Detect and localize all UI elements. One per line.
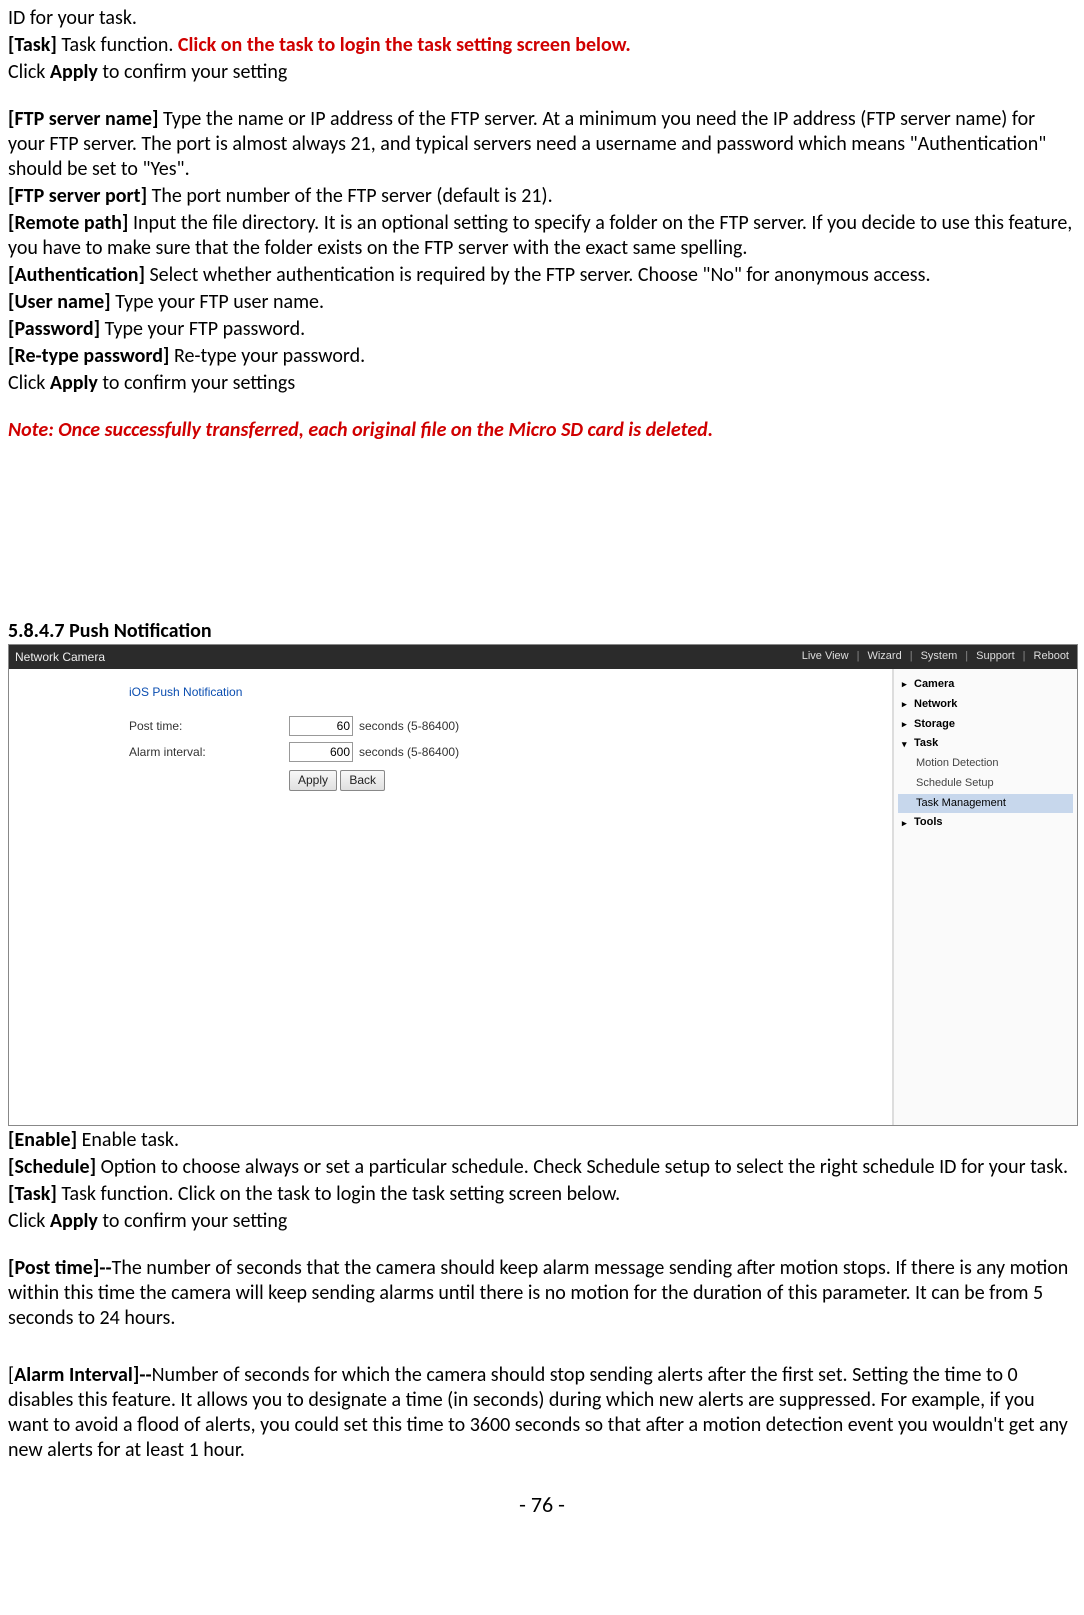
ftp-port-text: The port number of the FTP server (defau…	[147, 184, 553, 208]
back-button[interactable]: Back	[340, 770, 385, 791]
task-text: Task function.	[57, 33, 178, 57]
row-post-time: Post time: seconds (5-86400)	[129, 716, 872, 736]
ftp-port-label: [FTP server port]	[8, 184, 147, 208]
line-authentication: [Authentication] Select whether authenti…	[8, 263, 1076, 288]
line-post-time-desc: [Post time]--The number of seconds that …	[8, 1256, 1076, 1331]
note-deleted: Note: Once successfully transferred, eac…	[8, 418, 1076, 443]
sidebar-sub-motion-detection[interactable]: Motion Detection	[898, 754, 1073, 774]
page-number: - 76 -	[8, 1491, 1076, 1519]
line-task-bottom: [Task] Task function. Click on the task …	[8, 1182, 1076, 1207]
nav-live-view[interactable]: Live View	[800, 650, 851, 664]
chevron-down-icon: ▾	[902, 739, 910, 750]
schedule-text: Option to choose always or set a particu…	[96, 1155, 1068, 1179]
line-password: [Password] Type your FTP password.	[8, 317, 1076, 342]
screenshot-header: Network Camera Live View| Wizard| System…	[9, 645, 1077, 669]
line-apply-bottom: Click Apply to confirm your setting	[8, 1209, 1076, 1234]
nav-reboot[interactable]: Reboot	[1032, 650, 1071, 664]
apply2-pre: Click	[8, 371, 50, 395]
sidebar-sub-task-management[interactable]: Task Management	[898, 794, 1073, 814]
line-username: [User name] Type your FTP user name.	[8, 290, 1076, 315]
screenshot-nav: Live View| Wizard| System| Support| Rebo…	[800, 650, 1071, 664]
apply2-post: to confirm your settings	[98, 371, 295, 395]
task-label-bottom: [Task]	[8, 1182, 57, 1206]
auth-text: Select whether authentication is require…	[145, 263, 931, 287]
apply-pre-bottom: Click	[8, 1209, 50, 1233]
chevron-right-icon: ▸	[902, 699, 910, 710]
apply-button[interactable]: Apply	[289, 770, 337, 791]
line-alarm-interval-desc: [Alarm Interval]--Number of seconds for …	[8, 1363, 1076, 1463]
apply-post: to confirm your setting	[98, 60, 287, 84]
screenshot-push-notification: Network Camera Live View| Wizard| System…	[8, 644, 1078, 1126]
chevron-right-icon: ▸	[902, 719, 910, 730]
hint-alarm-interval: seconds (5-86400)	[359, 745, 459, 760]
nav-system[interactable]: System	[919, 650, 960, 664]
nav-wizard[interactable]: Wizard	[865, 650, 903, 664]
apply-word-bottom: Apply	[50, 1209, 98, 1233]
line-ftp-server-name: [FTP server name] Type the name or IP ad…	[8, 107, 1076, 182]
label-alarm-interval: Alarm interval:	[129, 745, 289, 760]
line-apply-1: Click Apply to confirm your setting	[8, 60, 1076, 85]
sidebar-item-camera[interactable]: ▸ Camera	[898, 675, 1073, 695]
line-apply-2: Click Apply to confirm your settings	[8, 371, 1076, 396]
repwd-label: [Re-type password]	[8, 344, 169, 368]
post-time-text: The number of seconds that the camera sh…	[8, 1256, 1068, 1330]
screenshot-title: Network Camera	[15, 650, 105, 665]
apply-word: Apply	[50, 60, 98, 84]
task-label: [Task]	[8, 33, 57, 57]
section-title-push-notification: 5.8.4.7 Push Notification	[8, 619, 1076, 644]
user-text: Type your FTP user name.	[111, 290, 324, 314]
line-retype-password: [Re-type password] Re-type your password…	[8, 344, 1076, 369]
sidebar-label-storage: Storage	[914, 718, 955, 732]
enable-text: Enable task.	[77, 1128, 179, 1152]
sidebar-label-task: Task	[914, 737, 938, 751]
post-time-label: [Post time]--	[8, 1256, 112, 1280]
input-post-time[interactable]	[289, 716, 353, 736]
nav-support[interactable]: Support	[974, 650, 1017, 664]
user-label: [User name]	[8, 290, 111, 314]
line-task: [Task] Task function. Click on the task …	[8, 33, 1076, 58]
row-alarm-interval: Alarm interval: seconds (5-86400)	[129, 742, 872, 762]
sidebar-item-tools[interactable]: ▸ Tools	[898, 813, 1073, 833]
panel-title: iOS Push Notification	[129, 685, 872, 700]
auth-label: [Authentication]	[8, 263, 145, 287]
label-post-time: Post time:	[129, 719, 289, 734]
pwd-text: Type your FTP password.	[100, 317, 305, 341]
remote-text: Input the file directory. It is an optio…	[8, 211, 1072, 260]
sidebar-item-task[interactable]: ▾ Task	[898, 734, 1073, 754]
sidebar-item-network[interactable]: ▸ Network	[898, 695, 1073, 715]
ftp-name-text: Type the name or IP address of the FTP s…	[8, 107, 1046, 181]
enable-label: [Enable]	[8, 1128, 77, 1152]
apply-post-bottom: to confirm your setting	[98, 1209, 287, 1233]
alarm-interval-text: Number of seconds for which the camera s…	[8, 1363, 1068, 1462]
apply2-word: Apply	[50, 371, 98, 395]
task-red-instruction: Click on the task to login the task sett…	[178, 33, 631, 57]
line-id-task: ID for your task.	[8, 6, 1076, 31]
line-ftp-server-port: [FTP server port] The port number of the…	[8, 184, 1076, 209]
alarm-interval-label: Alarm Interval]--	[14, 1363, 151, 1387]
input-alarm-interval[interactable]	[289, 742, 353, 762]
hint-post-time: seconds (5-86400)	[359, 719, 459, 734]
pwd-label: [Password]	[8, 317, 100, 341]
screenshot-sidebar: ▸ Camera ▸ Network ▸ Storage ▾ Task Moti…	[893, 669, 1077, 1125]
line-remote-path: [Remote path] Input the file directory. …	[8, 211, 1076, 261]
chevron-right-icon: ▸	[902, 679, 910, 690]
remote-label: [Remote path]	[8, 211, 128, 235]
line-schedule: [Schedule] Option to choose always or se…	[8, 1155, 1076, 1180]
apply-pre: Click	[8, 60, 50, 84]
sidebar-item-storage[interactable]: ▸ Storage	[898, 715, 1073, 735]
task-text-bottom: Task function. Click on the task to logi…	[57, 1182, 620, 1206]
repwd-text: Re-type your password.	[169, 344, 365, 368]
sidebar-sub-schedule-setup[interactable]: Schedule Setup	[898, 774, 1073, 794]
sidebar-label-tools: Tools	[914, 816, 943, 830]
sidebar-label-network: Network	[914, 698, 957, 712]
sidebar-label-camera: Camera	[914, 678, 954, 692]
ftp-name-label: [FTP server name]	[8, 107, 159, 131]
line-enable: [Enable] Enable task.	[8, 1128, 1076, 1153]
screenshot-main-panel: iOS Push Notification Post time: seconds…	[9, 669, 893, 1125]
chevron-right-icon: ▸	[902, 818, 910, 829]
schedule-label: [Schedule]	[8, 1155, 96, 1179]
